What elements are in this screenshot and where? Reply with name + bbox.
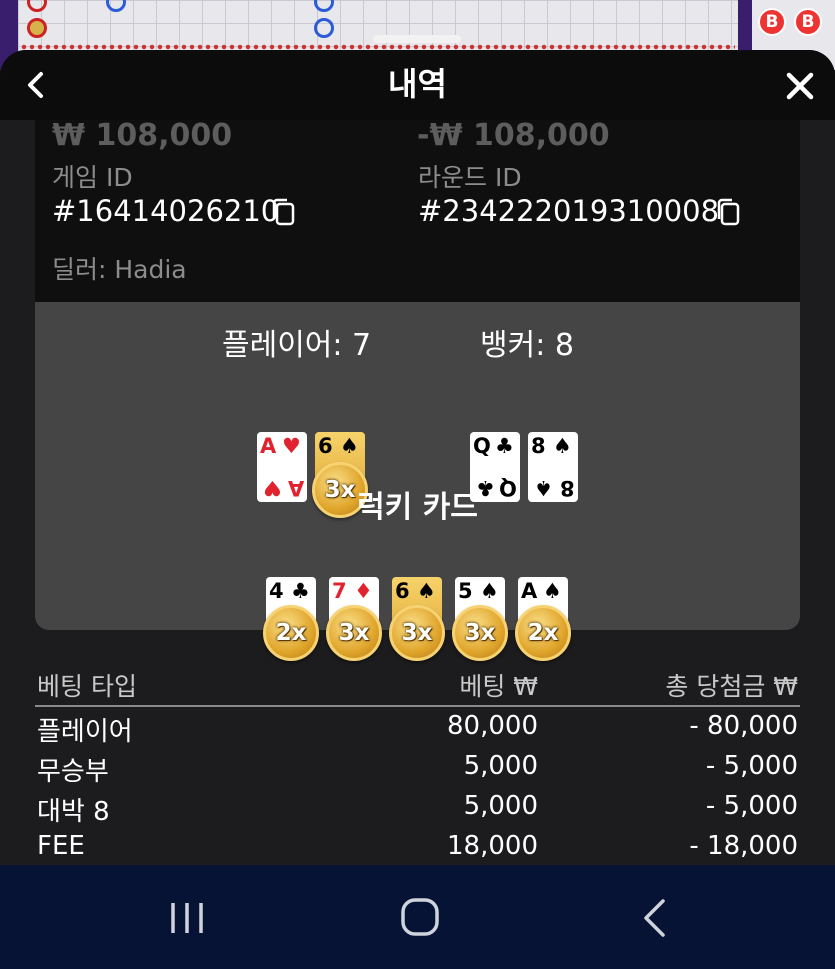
copy-game-id-button[interactable] <box>270 198 298 228</box>
multiplier-coin: 2x <box>263 605 319 661</box>
home-icon <box>401 898 439 936</box>
recent-apps-button[interactable] <box>166 897 208 939</box>
banker-badge: B <box>794 8 822 36</box>
lucky-cards-title: 럭키 카드 <box>357 490 478 525</box>
page-title: 내역 <box>388 65 447 103</box>
table-row: 대박 8 5,000 - 5,000 <box>35 787 800 827</box>
header-total-payout: 총 당첨금 ₩ <box>665 672 798 701</box>
bet-amount-faded: ₩ 108,000 <box>52 118 233 153</box>
card-suit: ♠ <box>480 579 499 603</box>
close-x-icon <box>786 72 814 100</box>
modal-header: 내역 <box>0 50 835 120</box>
copy-icon <box>717 198 740 226</box>
card-suit: ♣ <box>495 434 514 458</box>
back-chevron-icon <box>28 72 43 98</box>
card-rank: A <box>260 434 277 458</box>
bet-type-cell: 무승부 <box>37 757 109 787</box>
home-button[interactable] <box>398 895 442 939</box>
result-cards-panel: 플레이어: 7 뱅커: 8 A♥A♥6♠6♠3x Q♣Q♣8♠8♠ 럭키 카드 … <box>35 302 800 661</box>
card-suit: ♠ <box>543 579 562 603</box>
bet-type-cell: FEE <box>37 831 85 861</box>
dealer-name: 딜러: Hadia <box>52 255 187 284</box>
game-id-label: 게임 ID <box>52 163 133 192</box>
card-suit: ♣ <box>291 579 310 603</box>
sheet-drag-handle[interactable] <box>373 35 461 43</box>
history-modal: 내역 ₩ 108,000 -₩ 108,000 게임 ID 라운드 ID #16… <box>0 50 835 865</box>
card-rank: 5 <box>458 579 473 603</box>
banker-score: 뱅커: 8 <box>480 328 574 363</box>
multiplier-label: 3x <box>464 620 496 646</box>
payout-cell: - 5,000 <box>705 791 798 821</box>
system-back-button[interactable] <box>636 897 676 939</box>
recent-apps-icon <box>171 903 203 933</box>
road-ring-blue <box>314 18 334 38</box>
multiplier-coin: 3x <box>389 605 445 661</box>
header-bet-type: 베팅 타입 <box>37 672 137 701</box>
win-amount-faded: -₩ 108,000 <box>417 118 610 153</box>
payout-cell: - 5,000 <box>705 751 798 781</box>
nav-back-icon <box>644 899 665 937</box>
table-row: 플레이어 80,000 - 80,000 <box>35 707 800 747</box>
multiplier-coin: 2x <box>515 605 571 661</box>
multiplier-label: 3x <box>338 620 370 646</box>
multiplier-label: 2x <box>275 620 307 646</box>
card-rank: Q <box>473 434 491 458</box>
banker-badge: B <box>758 8 786 36</box>
back-button[interactable] <box>18 67 54 103</box>
road-ring-gold <box>27 18 47 38</box>
copy-round-id-button[interactable] <box>715 198 743 228</box>
card-rank: A <box>521 579 538 603</box>
round-id-value: #234222019310008 <box>418 194 720 228</box>
system-nav-bar <box>0 865 835 969</box>
multiplier-label: 3x <box>401 620 433 646</box>
card-suit: ♠ <box>417 579 436 603</box>
multiplier-label: 2x <box>527 620 559 646</box>
card-rank: 6 <box>395 579 410 603</box>
card-rank: 4 <box>269 579 284 603</box>
table-row: 무승부 5,000 - 5,000 <box>35 747 800 787</box>
card-suit: ♠ <box>553 434 572 458</box>
player-score: 플레이어: 7 <box>222 328 372 363</box>
table-row: FEE 18,000 - 18,000 <box>35 827 800 865</box>
bet-type-cell: 플레이어 <box>37 717 133 747</box>
bet-amount-cell: 80,000 <box>447 711 538 741</box>
close-button[interactable] <box>780 66 820 106</box>
round-id-label: 라운드 ID <box>418 163 522 192</box>
bet-amount-cell: 5,000 <box>463 791 538 821</box>
bets-table-header: 베팅 타입 베팅 ₩ 총 당첨금 ₩ <box>35 665 800 707</box>
card-rank: 7 <box>332 579 347 603</box>
payout-cell: - 18,000 <box>689 831 798 861</box>
bets-table: 베팅 타입 베팅 ₩ 총 당첨금 ₩ 플레이어 80,000 - 80,000 … <box>35 665 800 865</box>
card-rank: 8 <box>531 434 546 458</box>
round-info-panel: ₩ 108,000 -₩ 108,000 게임 ID 라운드 ID #16414… <box>35 118 800 302</box>
bet-amount-cell: 18,000 <box>447 831 538 861</box>
bet-type-cell: 대박 8 <box>37 797 110 827</box>
header-bet-amount: 베팅 ₩ <box>459 672 538 701</box>
multiplier-coin: 3x <box>326 605 382 661</box>
card-rank: 6 <box>318 434 333 458</box>
multiplier-coin: 3x <box>452 605 508 661</box>
game-id-value: #16414026210 <box>52 194 280 228</box>
card-suit: ♠ <box>340 434 359 458</box>
card-suit: ♦ <box>354 579 373 603</box>
payout-cell: - 80,000 <box>689 711 798 741</box>
bet-amount-cell: 5,000 <box>463 751 538 781</box>
card-suit: ♥ <box>282 434 301 458</box>
copy-icon <box>272 198 295 226</box>
